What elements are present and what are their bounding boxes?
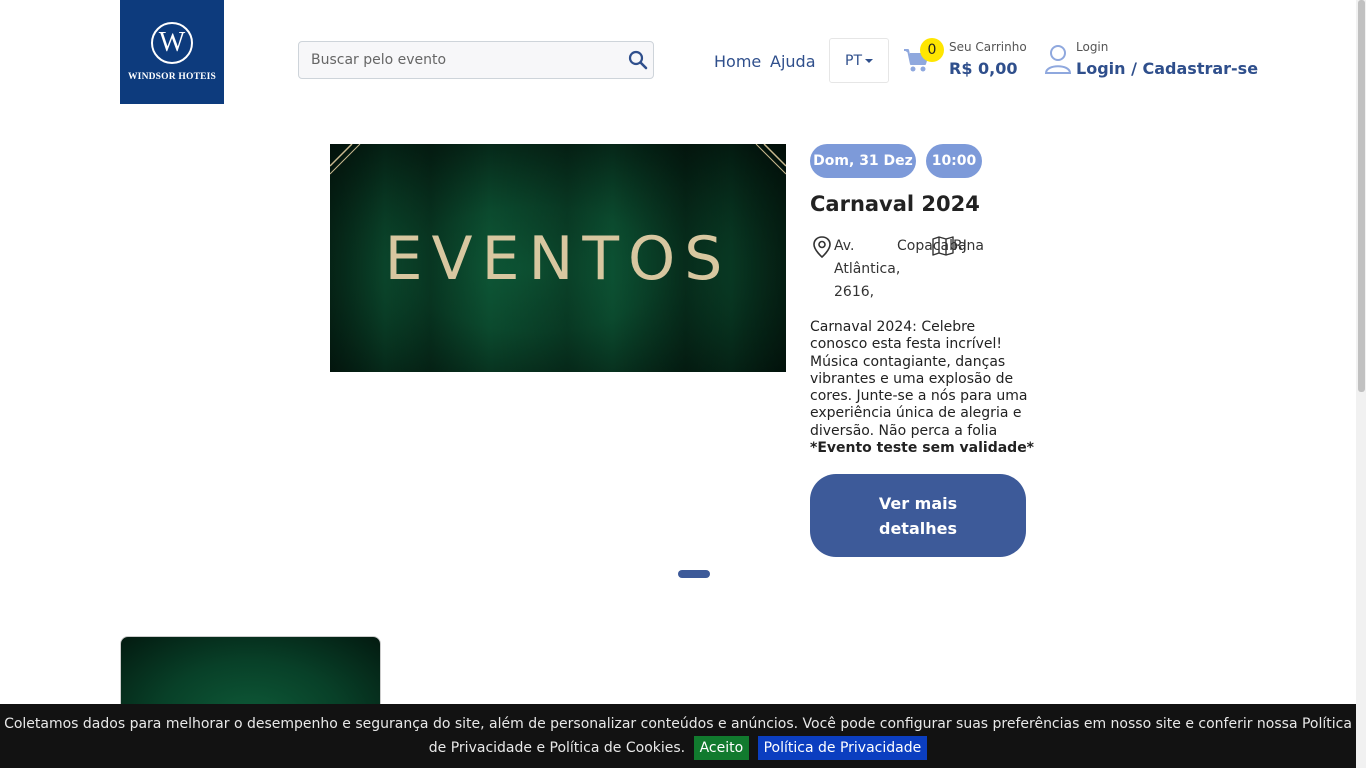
view-details-button[interactable]: Ver mais detalhes bbox=[810, 474, 1026, 557]
user-icon bbox=[1045, 45, 1071, 74]
search-input[interactable] bbox=[299, 42, 623, 78]
logo-emblem: W bbox=[151, 22, 193, 64]
privacy-policy-button[interactable]: Política de Privacidade bbox=[757, 736, 928, 760]
scrollbar-thumb[interactable] bbox=[1358, 0, 1365, 392]
cart-total[interactable]: R$ 0,00 bbox=[949, 59, 1018, 78]
cookie-text: Coletamos dados para melhorar o desempen… bbox=[4, 716, 1352, 756]
event-date-badge: Dom, 31 Dez bbox=[810, 144, 916, 178]
nav-help-link[interactable]: Ajuda bbox=[770, 52, 816, 71]
language-label: PT bbox=[845, 52, 862, 69]
search-button[interactable] bbox=[623, 42, 653, 78]
accept-cookies-button[interactable]: Aceito bbox=[693, 736, 750, 760]
event-banner-image[interactable]: EVENTOS bbox=[330, 144, 786, 372]
corner-ornament-left bbox=[330, 144, 361, 175]
event-title: Carnaval 2024 bbox=[810, 192, 980, 216]
banner-title: EVENTOS bbox=[384, 224, 732, 294]
search-bar bbox=[298, 41, 654, 79]
logo-text: WINDSOR HOTEIS bbox=[127, 72, 217, 82]
cart-count-badge: 0 bbox=[920, 38, 944, 62]
login-label: Login bbox=[1076, 40, 1109, 54]
event-address-street: Av. Atlântica, 2616, bbox=[834, 238, 901, 300]
language-selector[interactable]: PT bbox=[829, 38, 889, 83]
carousel-indicator-active[interactable] bbox=[678, 570, 710, 578]
event-time-badge: 10:00 bbox=[926, 144, 982, 178]
cart-label: Seu Carrinho bbox=[949, 40, 1027, 54]
logo[interactable]: W WINDSOR HOTEIS bbox=[120, 0, 224, 104]
event-address-state: RJ bbox=[953, 238, 967, 254]
login-register-link[interactable]: Login / Cadastrar-se bbox=[1076, 59, 1258, 78]
chevron-down-icon bbox=[865, 58, 873, 63]
location-pin-icon bbox=[813, 236, 831, 258]
event-description: Carnaval 2024: Celebre conosco esta fest… bbox=[810, 319, 1028, 439]
event-disclaimer: *Evento teste sem validade* bbox=[810, 440, 1035, 456]
cookie-banner: Coletamos dados para melhorar o desempen… bbox=[0, 704, 1356, 768]
corner-ornament-right bbox=[755, 144, 786, 175]
search-icon bbox=[628, 50, 648, 70]
map-icon bbox=[932, 236, 954, 256]
nav-home-link[interactable]: Home bbox=[714, 52, 761, 71]
